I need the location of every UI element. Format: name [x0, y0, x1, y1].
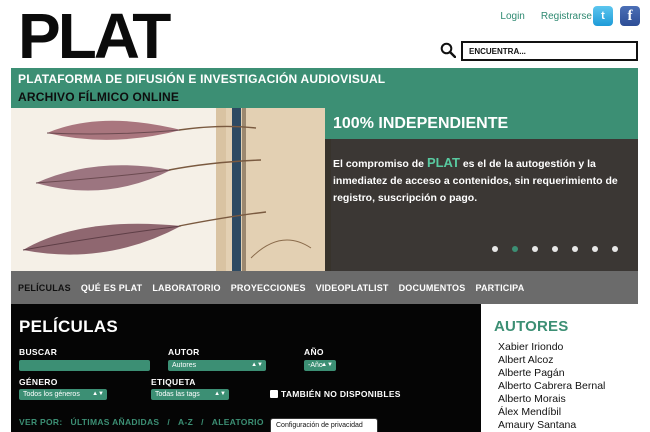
autor-select[interactable]: Autores ▲▼ [168, 360, 266, 371]
slider-dot-5[interactable] [572, 246, 578, 252]
etiqueta-label: ETIQUETA [151, 377, 196, 387]
autor-item[interactable]: Álex Mendíbil [498, 406, 605, 419]
search-icon[interactable] [440, 42, 456, 58]
peliculas-title: PELÍCULAS [19, 317, 119, 336]
autor-item[interactable]: Xabier Iriondo [498, 341, 605, 354]
plat-highlight: PLAT [426, 155, 460, 170]
autores-title: AUTORES [494, 318, 569, 335]
facebook-icon[interactable]: f [620, 6, 640, 26]
nav-item-1[interactable]: QUÉ ES PLAT [81, 283, 143, 293]
slider-dots [492, 246, 618, 252]
register-link[interactable]: Registrarse [541, 11, 592, 22]
select-caret-icon: ▲▼ [251, 362, 263, 368]
autor-item[interactable]: Amaury Santana [498, 419, 605, 432]
autor-item[interactable]: Alberte Pagán [498, 367, 605, 380]
select-caret-icon: ▲▼ [214, 391, 226, 397]
site-tagline-band: PLATAFORMA DE DIFUSIÓN E INVESTIGACIÓN A… [11, 68, 638, 108]
nav-item-2[interactable]: LABORATORIO [152, 283, 220, 293]
slider-dot-3[interactable] [532, 246, 538, 252]
slider-dot-6[interactable] [592, 246, 598, 252]
twitter-icon[interactable]: t [593, 6, 613, 26]
nav-item-4[interactable]: VIDEOPLATLIST [316, 283, 389, 293]
sort-separator: / [201, 417, 204, 427]
autores-list: Xabier Iriondo Albert Alcoz Alberte Pagán A… [498, 341, 605, 432]
sort-aleatorio-link[interactable]: ALEATORIO [212, 417, 264, 427]
nav-item-6[interactable]: PARTICIPA [475, 283, 524, 293]
sort-separator: / [167, 417, 171, 427]
main-nav: PELÍCULAS QUÉ ES PLAT LABORATORIO PROYECCIO… [11, 271, 638, 304]
autor-item[interactable]: Alberto Morais [498, 393, 605, 406]
tagline-title: PLATAFORMA DE DIFUSIÓN E INVESTIGACIÓN A… [18, 72, 386, 86]
anio-select[interactable]: -Año ▲▼ [304, 360, 336, 371]
plat-logo[interactable]: PLAT [18, 4, 171, 68]
buscar-input[interactable] [19, 360, 150, 371]
slider-dot-7[interactable] [612, 246, 618, 252]
hero-artwork-image [11, 108, 331, 271]
sort-az-link[interactable]: A-Z [178, 417, 193, 427]
genero-label: GÉNERO [19, 377, 58, 387]
hero-headline: 100% INDEPENDIENTE [325, 108, 638, 139]
hero-description: El compromiso de PLAT es el de la autoge… [333, 155, 618, 204]
privacy-settings-button[interactable]: Configuración de privacidad [270, 418, 378, 432]
autor-label: AUTOR [168, 347, 200, 357]
login-link[interactable]: Login [500, 11, 524, 22]
autor-item[interactable]: Alberto Cabrera Bernal [498, 380, 605, 393]
sort-ultimas-link[interactable]: ÚLTIMAS AÑADIDAS [71, 417, 160, 427]
etiqueta-select[interactable]: Todas las tags ▲▼ [151, 389, 229, 400]
select-caret-icon: ▲▼ [92, 391, 104, 397]
slider-dot-4[interactable] [552, 246, 558, 252]
buscar-label: BUSCAR [19, 347, 58, 357]
peliculas-filter-panel: PELÍCULAS BUSCAR AUTOR Autores ▲▼ AÑO -Añ… [11, 304, 481, 432]
autor-item[interactable]: Albert Alcoz [498, 354, 605, 367]
ver-por-label: VER POR: [19, 417, 63, 427]
no-disponibles-label: TAMBIÉN NO DISPONIBLES [281, 389, 401, 399]
genero-select[interactable]: Todos los géneros ▲▼ [19, 389, 107, 400]
hero-slider[interactable]: 100% INDEPENDIENTE El compromiso de PLAT… [11, 108, 638, 271]
slider-dot-1[interactable] [492, 246, 498, 252]
no-disponibles-checkbox[interactable] [270, 390, 278, 398]
account-links: Login Registrarse [500, 11, 592, 22]
nav-item-0[interactable]: PELÍCULAS [18, 283, 71, 293]
select-caret-icon: ▲▼ [321, 362, 333, 368]
slider-dot-2[interactable] [512, 246, 518, 252]
nav-item-3[interactable]: PROYECCIONES [231, 283, 306, 293]
sort-links: VER POR: ÚLTIMAS AÑADIDAS / A-Z / ALEATO… [19, 417, 264, 427]
nav-item-5[interactable]: DOCUMENTOS [399, 283, 466, 293]
tagline-subtitle: ARCHIVO FÍLMICO ONLINE [18, 90, 180, 104]
anio-label: AÑO [304, 347, 324, 357]
search-input[interactable] [461, 41, 638, 61]
